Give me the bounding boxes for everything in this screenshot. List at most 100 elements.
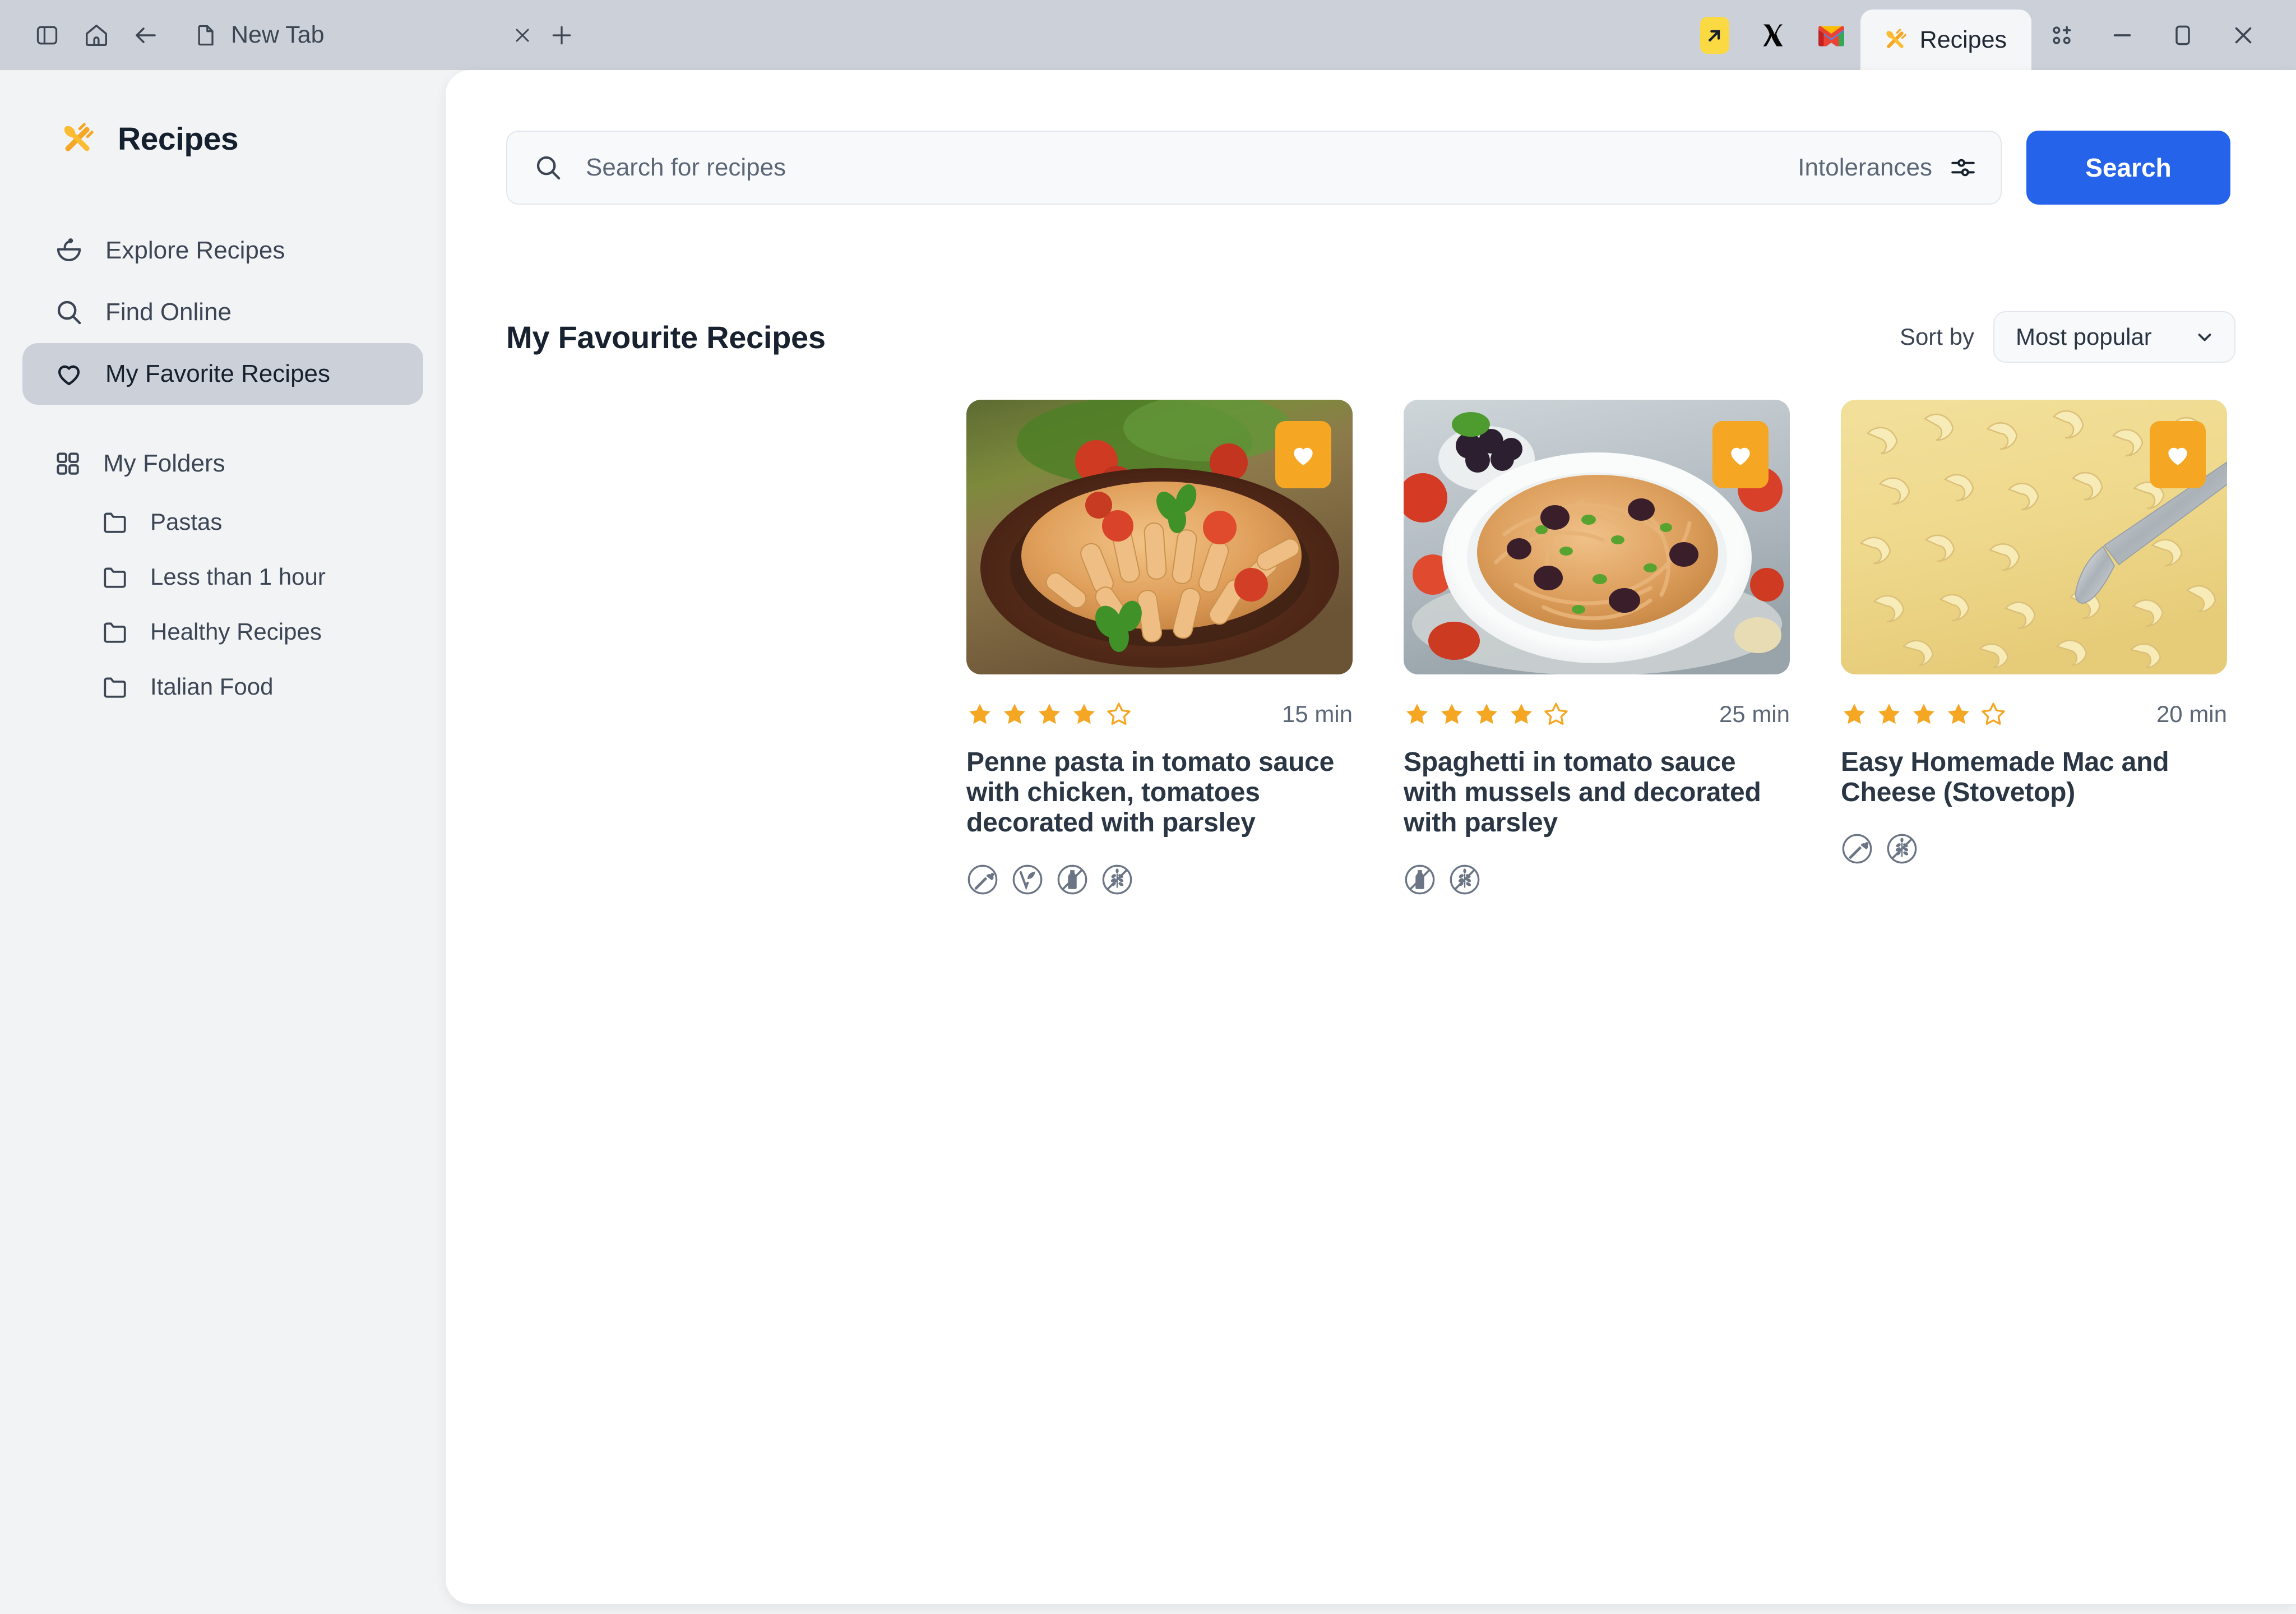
star-filled-icon bbox=[1878, 704, 1900, 724]
recipe-thumbnail[interactable] bbox=[1404, 400, 1790, 674]
star-empty-icon bbox=[1544, 702, 1568, 725]
star-filled-icon bbox=[1441, 704, 1462, 724]
sidebar-folder-italian-food[interactable]: Italian Food bbox=[22, 659, 423, 714]
bowl-icon bbox=[54, 235, 84, 266]
sidebar-item-find-online[interactable]: Find Online bbox=[22, 281, 423, 343]
folder-icon bbox=[101, 673, 129, 701]
window-close-icon[interactable] bbox=[2213, 10, 2274, 61]
sidebar-folder-label: Healthy Recipes bbox=[150, 618, 322, 645]
window-titlebar: New Tab Recipes bbox=[0, 0, 2296, 70]
search-row: Search for recipes Intolerances Search bbox=[506, 131, 2230, 205]
minimize-icon[interactable] bbox=[2092, 10, 2152, 61]
recipe-thumbnail[interactable] bbox=[1841, 400, 2227, 674]
sidebar-folder-label: Pastas bbox=[150, 508, 223, 535]
gmail-icon[interactable] bbox=[1802, 10, 1860, 61]
recipe-diet-tags bbox=[966, 863, 1353, 896]
app-brand: Recipes bbox=[0, 118, 446, 160]
sidebar-folder-label: Italian Food bbox=[150, 673, 274, 700]
search-button[interactable]: Search bbox=[2026, 131, 2230, 205]
gluten-free-icon bbox=[1886, 833, 1918, 865]
sidebar-section-my-folders[interactable]: My Folders bbox=[22, 433, 423, 494]
heart-icon bbox=[54, 359, 84, 389]
maximize-icon[interactable] bbox=[2152, 10, 2213, 61]
recipe-duration: 25 min bbox=[1719, 701, 1790, 727]
grid-add-icon[interactable] bbox=[2031, 10, 2092, 61]
recipe-title: Penne pasta in tomato sauce with chicken… bbox=[966, 747, 1335, 838]
sort-by-value: Most popular bbox=[2016, 323, 2152, 350]
browser-tab-new-tab[interactable]: New Tab bbox=[184, 11, 335, 60]
carrot-icon bbox=[1841, 833, 1873, 865]
star-filled-icon bbox=[1406, 704, 1428, 724]
x-logo-icon[interactable] bbox=[1744, 10, 1802, 61]
sliders-icon[interactable] bbox=[1949, 154, 1977, 182]
star-filled-icon bbox=[1844, 704, 1865, 724]
recipe-diet-tags bbox=[1841, 833, 2227, 865]
sidebar-toggle-icon[interactable] bbox=[22, 11, 72, 60]
section-header-row: My Favourite Recipes Sort by Most popula… bbox=[506, 311, 2235, 363]
document-icon bbox=[194, 23, 219, 48]
sidebar-item-label: My Favorite Recipes bbox=[105, 360, 331, 387]
app-tab-label: Recipes bbox=[1919, 26, 2007, 53]
dairy-free-icon bbox=[1404, 863, 1436, 896]
sidebar-folder-pastas[interactable]: Pastas bbox=[22, 494, 423, 549]
gluten-free-icon bbox=[1448, 863, 1481, 896]
rating-stars bbox=[1841, 701, 2007, 728]
search-icon bbox=[533, 152, 563, 183]
recipe-title: Spaghetti in tomato sauce with mussels a… bbox=[1404, 747, 1761, 838]
star-filled-icon bbox=[1948, 704, 1969, 724]
app-brand-title: Recipes bbox=[118, 121, 239, 157]
search-placeholder: Search for recipes bbox=[586, 154, 786, 181]
vegan-leaf-icon bbox=[1011, 863, 1044, 896]
home-icon[interactable] bbox=[72, 11, 121, 60]
star-filled-icon bbox=[1511, 704, 1532, 724]
search-icon bbox=[54, 297, 84, 327]
fork-knife-icon bbox=[1881, 25, 1910, 54]
favorite-button[interactable] bbox=[2150, 421, 2206, 488]
recipe-thumbnail[interactable] bbox=[966, 400, 1353, 674]
sidebar-folder-less-than-1-hour[interactable]: Less than 1 hour bbox=[22, 549, 423, 604]
sidebar-folder-healthy-recipes[interactable]: Healthy Recipes bbox=[22, 604, 423, 659]
browser-tab-label: New Tab bbox=[231, 21, 325, 48]
grid-icon bbox=[54, 450, 82, 478]
sidebar-item-my-favorite-recipes[interactable]: My Favorite Recipes bbox=[22, 343, 423, 405]
app-tab-recipes[interactable]: Recipes bbox=[1860, 10, 2031, 70]
recipe-title: Easy Homemade Mac and Cheese (Stovetop) bbox=[1841, 747, 2169, 808]
yellow-launcher-icon[interactable] bbox=[1686, 10, 1744, 61]
recipe-meta: 15 min bbox=[966, 700, 1353, 729]
folder-icon bbox=[101, 508, 129, 536]
recipe-card[interactable]: 25 min Spaghetti in tomato sauce with mu… bbox=[1404, 400, 1790, 896]
recipe-grid: 15 min Penne pasta in tomato sauce with … bbox=[966, 400, 2227, 896]
star-filled-icon bbox=[1039, 704, 1060, 724]
sort-control: Sort by Most popular bbox=[1900, 311, 2235, 363]
sort-by-select[interactable]: Most popular bbox=[1993, 311, 2235, 363]
sidebar-item-label: Find Online bbox=[105, 298, 232, 326]
star-filled-icon bbox=[969, 704, 990, 724]
browser-tab-close-icon[interactable] bbox=[503, 16, 542, 55]
star-filled-icon bbox=[1004, 704, 1025, 724]
recipe-card[interactable]: 15 min Penne pasta in tomato sauce with … bbox=[966, 400, 1353, 896]
page-title: My Favourite Recipes bbox=[506, 319, 826, 355]
sidebar-folder-label: Less than 1 hour bbox=[150, 563, 326, 590]
favorite-button[interactable] bbox=[1712, 421, 1769, 488]
intolerances-label[interactable]: Intolerances bbox=[1798, 154, 1932, 182]
chevron-down-icon bbox=[2194, 326, 2215, 348]
recipe-card[interactable]: 20 min Easy Homemade Mac and Cheese (Sto… bbox=[1841, 400, 2227, 896]
heart-filled-icon bbox=[2164, 441, 2192, 469]
favorite-button[interactable] bbox=[1275, 421, 1331, 488]
sidebar-item-explore-recipes[interactable]: Explore Recipes bbox=[22, 220, 423, 281]
star-filled-icon bbox=[1476, 704, 1497, 724]
sidebar: Recipes Explore Recipes Find Online My F… bbox=[0, 70, 446, 1614]
new-tab-plus-icon[interactable] bbox=[542, 16, 581, 55]
sort-by-label: Sort by bbox=[1899, 323, 1974, 350]
back-arrow-icon[interactable] bbox=[121, 11, 170, 60]
rating-stars bbox=[1404, 701, 1570, 728]
browser-tab-strip: New Tab bbox=[184, 11, 581, 60]
search-input[interactable]: Search for recipes Intolerances bbox=[506, 131, 2002, 205]
folder-icon bbox=[101, 618, 129, 646]
star-empty-icon bbox=[1982, 702, 2005, 725]
recipe-meta: 25 min bbox=[1404, 700, 1790, 729]
recipe-duration: 15 min bbox=[1281, 701, 1353, 727]
main-content-panel: Search for recipes Intolerances Search M… bbox=[446, 70, 2296, 1604]
sidebar-item-label: Explore Recipes bbox=[105, 237, 285, 264]
gluten-free-icon bbox=[1101, 863, 1133, 896]
